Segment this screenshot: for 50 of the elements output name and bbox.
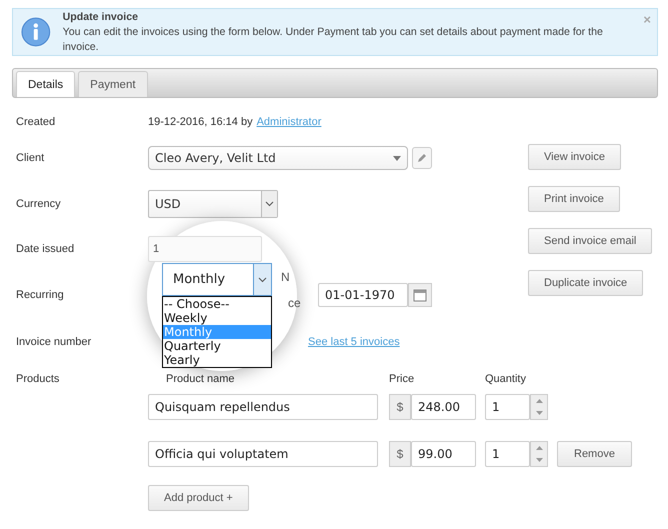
caret-icon [393, 156, 401, 160]
remove-button[interactable]: Remove [557, 441, 632, 467]
field-label: Client [16, 152, 46, 164]
field-label: Currency [16, 198, 62, 210]
alert-title: Update invoice [62, 10, 138, 24]
price-field[interactable]: 99.00 [411, 441, 476, 467]
down-arrow-icon [536, 458, 542, 462]
add-product-button[interactable]: Add product + [148, 485, 249, 511]
product-name-field[interactable]: Officia qui voluptatem [148, 441, 378, 467]
calendar-icon [413, 288, 427, 302]
date-field[interactable]: 1 [148, 236, 262, 262]
field-label: Invoice number [16, 336, 92, 348]
quantity-stepper[interactable] [530, 441, 548, 467]
action-button[interactable]: Print invoice [528, 186, 620, 212]
label-fragment: ce [288, 296, 301, 310]
currency-symbol: $ [389, 441, 411, 467]
calendar-button[interactable] [408, 283, 432, 307]
product-name-field[interactable]: Quisquam repellendus [148, 394, 378, 420]
info-icon [21, 17, 51, 47]
edit-button[interactable] [412, 147, 432, 169]
down-arrow-icon [536, 411, 542, 415]
client-select[interactable]: Cleo Avery, Velit Ltd [148, 146, 408, 170]
action-button[interactable]: View invoice [528, 144, 621, 170]
column-header: Quantity [485, 373, 527, 385]
chevron-icon [258, 276, 267, 282]
action-button[interactable]: Duplicate invoice [528, 270, 644, 296]
quantity-field[interactable]: 1 [485, 441, 530, 467]
chevron-icon [265, 201, 274, 207]
tab[interactable]: Details [16, 71, 76, 97]
tab[interactable]: Payment [78, 71, 148, 97]
column-header: Product name [165, 373, 236, 385]
field-label: Created [16, 116, 56, 128]
field-label: Recurring [16, 289, 65, 301]
up-arrow-icon [536, 446, 542, 450]
alert-message: You can edit the invoices using the form below. Under Payment tab you can set details about payment made for the invoice. [62, 24, 604, 54]
quantity-stepper[interactable] [530, 394, 548, 420]
price-field[interactable]: 248.00 [411, 394, 476, 420]
label-fragment: N [281, 270, 290, 284]
recurring-select[interactable]: Monthly [162, 263, 272, 296]
column-header: Price [389, 373, 416, 385]
currency-select[interactable]: USD [148, 190, 278, 218]
quantity-field[interactable]: 1 [485, 394, 530, 420]
up-arrow-icon [536, 399, 542, 403]
created-date: 19-12-2016, 16:14 by [148, 116, 253, 128]
currency-symbol: $ [389, 394, 411, 420]
field-label: Products [16, 373, 60, 385]
pencil-icon [417, 153, 427, 163]
start-date-field[interactable]: 01-01-1970 [318, 283, 408, 307]
action-button[interactable]: Send invoice email [528, 228, 652, 254]
field-label: Date issued [16, 243, 76, 255]
